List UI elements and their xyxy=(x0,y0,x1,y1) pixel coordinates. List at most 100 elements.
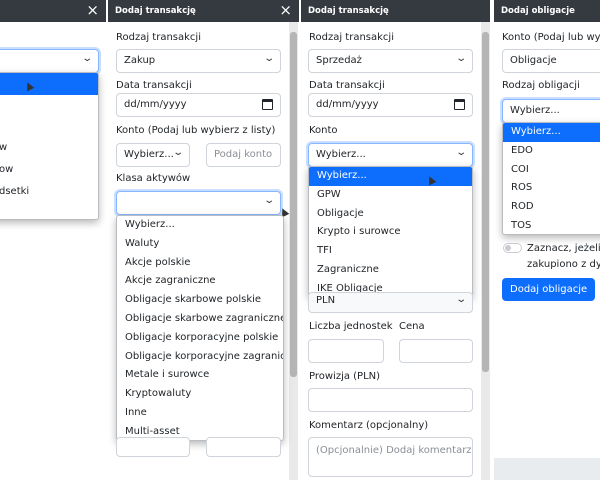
select-value: Wybierz... xyxy=(316,149,366,160)
asset-class-dropdown: Wybierz... Waluty Akcje polskie Akcje za… xyxy=(116,215,284,441)
dropdown-option[interactable]: ROD xyxy=(503,198,600,217)
chevron-down-icon: ⌄ xyxy=(454,53,467,64)
panel-4: Dodaj obligacje Konto (Podaj lub wybi Ob… xyxy=(494,0,600,480)
dropdown-option[interactable]: ROS xyxy=(503,179,600,198)
units-input[interactable] xyxy=(308,339,384,363)
currency-select[interactable]: PLN ⌄ xyxy=(308,292,473,313)
input-placeholder: Podaj konto xyxy=(214,149,273,160)
dropdown-option[interactable]: GPW xyxy=(309,186,472,205)
scrollbar-thumb[interactable] xyxy=(290,32,297,377)
dropdown-option[interactable] xyxy=(0,117,98,139)
price-input[interactable] xyxy=(399,339,473,363)
dropdown-option[interactable]: Obligacje skarbowe zagraniczne xyxy=(117,310,283,329)
dropdown-option[interactable] xyxy=(0,95,98,117)
panel-2-header: Dodaj transakcję × xyxy=(108,0,299,22)
commission-input[interactable] xyxy=(308,388,473,412)
transaction-type-label: Rodzaj transakcji xyxy=(309,32,394,43)
account-input[interactable]: Podaj konto xyxy=(206,143,281,167)
transaction-date-label: Data transakcji xyxy=(309,80,385,91)
account-label: Konto xyxy=(309,125,338,136)
dropdown-option[interactable]: Krypto i surowce xyxy=(309,223,472,242)
asset-class-select[interactable]: ⌄ xyxy=(116,191,281,215)
select-value: Zakup xyxy=(124,55,156,66)
scrollbar-thumb[interactable] xyxy=(482,32,489,372)
comment-textarea[interactable]: (Opcjonalnie) Dodaj komentarz xyxy=(308,437,473,477)
transaction-date-input[interactable]: dd/mm/yyyy xyxy=(116,93,281,117)
dropdown-option[interactable]: Obligacje xyxy=(309,205,472,224)
asset-class-label: Klasa aktywów xyxy=(116,173,191,184)
date-value: dd/mm/yyyy xyxy=(316,99,379,110)
transaction-date-label: Data transakcji xyxy=(116,80,192,91)
select-value: Wybierz... xyxy=(124,149,174,160)
scrollbar[interactable] xyxy=(289,22,298,480)
panel-2: Dodaj transakcję × Rodzaj transakcji Zak… xyxy=(108,0,299,480)
hidden-field[interactable] xyxy=(116,437,190,457)
transaction-type-select[interactable]: Zakup ⌄ xyxy=(116,49,281,73)
account-select[interactable]: Wybierz... ⌄ xyxy=(308,143,473,167)
toggle-switch[interactable] xyxy=(503,243,522,253)
close-icon[interactable]: × xyxy=(279,2,292,18)
dropdown-option[interactable]: ow xyxy=(0,161,98,183)
account-select[interactable]: Wybierz... ⌄ xyxy=(116,143,190,167)
dropdown-option[interactable]: Wybierz... xyxy=(309,167,472,186)
dropdown-option[interactable]: TOS xyxy=(503,217,600,234)
panel-3-header: Dodaj transakcję xyxy=(301,0,490,22)
panel-1-dropdown: w ow dsetki xyxy=(0,72,99,220)
dropdown-option[interactable]: Metale i surowce xyxy=(117,366,283,385)
dropdown-option[interactable]: Wybierz... xyxy=(117,216,283,235)
bond-type-dropdown: Wybierz... EDO COI ROS ROD TOS xyxy=(502,122,600,235)
dropdown-option[interactable]: dsetki xyxy=(0,183,98,205)
account-dropdown: Wybierz... GPW Obligacje Krypto i surowc… xyxy=(308,166,473,297)
dropdown-option[interactable]: Kryptowaluty xyxy=(117,385,283,404)
chevron-down-icon: ⌄ xyxy=(171,147,184,158)
transaction-date-input[interactable]: dd/mm/yyyy xyxy=(308,93,473,117)
chevron-down-icon: ⌄ xyxy=(454,294,467,305)
bond-type-label: Rodzaj obligacji xyxy=(502,80,580,91)
comment-label: Komentarz (opcjonalny) xyxy=(309,420,429,431)
account-select[interactable]: Obligacje xyxy=(502,49,600,73)
dropdown-option[interactable]: TFI xyxy=(309,242,472,261)
dropdown-option[interactable]: Akcje zagraniczne xyxy=(117,272,283,291)
panel-1-header: × xyxy=(0,0,106,22)
panel-title: Dodaj obligacje xyxy=(501,6,575,16)
dropdown-option[interactable]: Obligacje korporacyjne zagraniczne xyxy=(117,348,283,367)
transaction-type-label: Rodzaj transakcji xyxy=(116,32,201,43)
checkbox-label: Zaznacz, jeżeli o xyxy=(527,243,600,254)
bond-type-select[interactable]: Wybierz... xyxy=(502,99,600,123)
chevron-down-icon: ⌄ xyxy=(262,195,275,206)
toggle-knob xyxy=(505,245,511,251)
calendar-icon[interactable] xyxy=(454,99,465,110)
select-value: Sprzedaż xyxy=(316,55,362,66)
account-label: Konto (Podaj lub wybi xyxy=(502,32,600,43)
commission-label: Prowizja (PLN) xyxy=(309,371,381,382)
dropdown-option[interactable]: Akcje polskie xyxy=(117,254,283,273)
transaction-type-select[interactable]: Sprzedaż ⌄ xyxy=(308,49,473,73)
select-value: PLN xyxy=(316,295,336,306)
dropdown-option[interactable]: Obligacje skarbowe polskie xyxy=(117,291,283,310)
close-icon[interactable]: × xyxy=(86,2,99,18)
chevron-down-icon: ⌄ xyxy=(80,53,93,64)
dropdown-option[interactable]: Inne xyxy=(117,404,283,423)
dropdown-option[interactable] xyxy=(0,73,98,95)
input-placeholder: (Opcjonalnie) Dodaj komentarz xyxy=(316,445,472,456)
panel-1: × ⌄ w ow dsetki xyxy=(0,0,106,480)
hidden-field[interactable] xyxy=(206,437,281,457)
dropdown-option[interactable]: COI xyxy=(503,161,600,180)
panel-title: Dodaj transakcję xyxy=(308,6,389,16)
dropdown-option[interactable]: Waluty xyxy=(117,235,283,254)
dropdown-option[interactable]: EDO xyxy=(503,142,600,161)
dropdown-option[interactable]: Zagraniczne xyxy=(309,261,472,280)
calendar-icon[interactable] xyxy=(262,99,273,110)
checkbox-label: zakupiono z dys xyxy=(527,259,600,270)
account-label: Konto (Podaj lub wybierz z listy) xyxy=(116,125,276,136)
panel-1-select[interactable]: ⌄ xyxy=(0,49,99,73)
price-label: Cena xyxy=(399,321,425,332)
scrollbar[interactable] xyxy=(481,22,490,480)
dropdown-option[interactable]: Wybierz... xyxy=(503,123,600,142)
select-value: Obligacje xyxy=(510,55,557,66)
panel-4-header: Dodaj obligacje xyxy=(494,0,600,22)
dropdown-option[interactable]: Obligacje korporacyjne polskie xyxy=(117,329,283,348)
dropdown-option[interactable]: w xyxy=(0,139,98,161)
add-bond-button[interactable]: Dodaj obligacje xyxy=(502,278,596,301)
date-value: dd/mm/yyyy xyxy=(124,99,187,110)
